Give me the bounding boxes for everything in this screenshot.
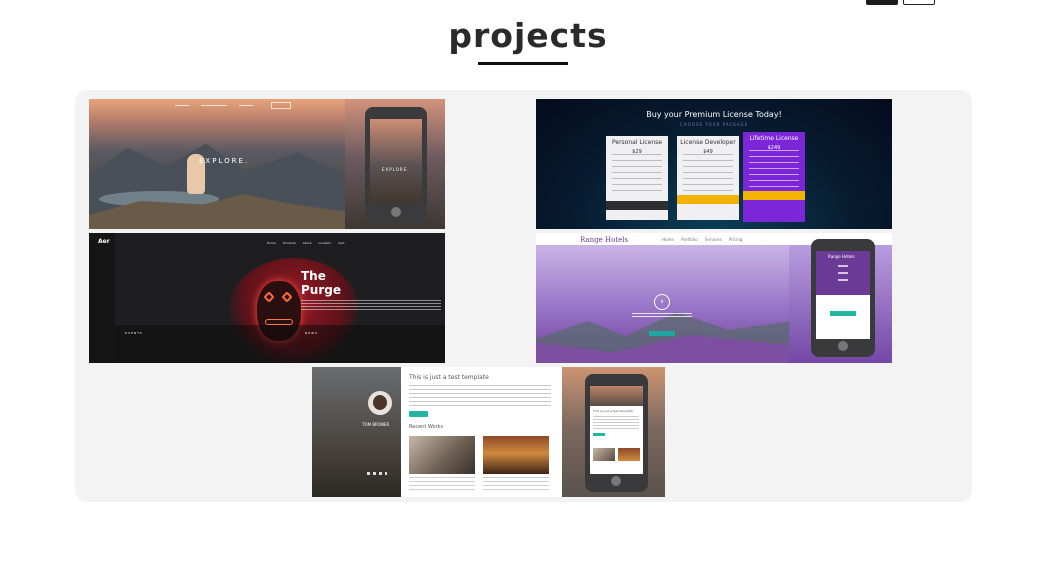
nav-button-dark[interactable]: [866, 0, 898, 5]
phone-header: Range Hotels: [816, 251, 870, 295]
social-icons: [367, 472, 387, 475]
recent-work-image-2: [483, 436, 549, 474]
explore-navbar: [89, 99, 345, 111]
project-tile-pricing[interactable]: Buy your Premium License Today! CHOOSE Y…: [536, 99, 892, 229]
plan-name: Lifetime License: [749, 135, 799, 142]
phone-home-button: [838, 341, 848, 351]
hero-cta-button[interactable]: [649, 331, 675, 336]
phone-mockup: Range Hotels: [811, 239, 875, 357]
feature-list: [683, 154, 733, 194]
hero-text: [632, 313, 692, 319]
phone-heading: This is just a test template: [593, 409, 633, 413]
project-tile-blog-template[interactable]: TOM BRONER This is just a test template …: [312, 367, 665, 497]
plan-name: Personal License: [611, 139, 663, 146]
purge-news-label: NEWS: [305, 331, 319, 335]
pricing-subheading: CHOOSE YOUR PACKAGE: [679, 122, 749, 127]
purge-headline-2: Purge: [301, 283, 341, 297]
phone-button: [593, 433, 605, 436]
phone-thumb-1: [593, 448, 615, 461]
phone-cta-button: [830, 311, 856, 316]
mask-eye-right: [281, 291, 293, 303]
plan-select-button[interactable]: [606, 201, 668, 210]
phone-mockup: This is just a test template: [585, 374, 648, 492]
recent-works-title: Recent Works: [409, 424, 444, 430]
phone-mockup: EXPLORE.: [365, 107, 427, 223]
range-hotels-nav: Home Portfolio Services Pricing: [662, 237, 743, 242]
purge-bottom-bar: [115, 325, 445, 363]
recent-work-caption-1: [409, 477, 475, 491]
blog-heading: This is just a test template: [409, 374, 489, 381]
phone-home-button: [611, 476, 621, 486]
purge-nav: Home Products About Location Cart: [267, 241, 345, 245]
plan-name: License Developer: [680, 139, 736, 146]
mask-eye-left: [263, 291, 275, 303]
profile-sidebar: TOM BRONER: [312, 367, 401, 497]
phone-title: Range Hotels: [828, 254, 855, 259]
feature-list: [749, 150, 799, 190]
plan-select-button[interactable]: [677, 195, 739, 204]
plan-select-button[interactable]: [743, 191, 805, 200]
title-underline: [478, 62, 568, 65]
pricing-card-personal: Personal License $29: [606, 136, 668, 220]
section-title: projects: [448, 16, 608, 55]
explore-overlay-text: EXPLORE.: [199, 157, 250, 165]
recent-work-image-1: [409, 436, 475, 474]
phone-screen: Range Hotels: [816, 251, 870, 339]
blog-paragraph: [409, 385, 551, 407]
read-more-button[interactable]: [409, 411, 428, 417]
phone-banner: [590, 386, 643, 406]
phone-screen: This is just a test template: [590, 386, 643, 474]
range-hotels-logo: Range Hotels: [580, 236, 629, 244]
author-name: TOM BRONER: [362, 422, 390, 427]
pricing-card-developer: License Developer $49: [677, 136, 739, 220]
avatar: [368, 391, 392, 415]
phone-paragraph: [593, 416, 639, 430]
purge-headline-1: The: [301, 269, 326, 283]
pricing-heading: Buy your Premium License Today!: [646, 110, 782, 119]
purge-sidebar: [89, 233, 115, 363]
purge-logo: Aer: [98, 238, 110, 245]
purge-events-label: EVENTS: [125, 331, 143, 335]
pricing-card-lifetime: Lifetime License $249: [743, 132, 805, 222]
phone-thumb-2: [618, 448, 640, 461]
purge-description: [301, 300, 441, 312]
feature-list: [612, 154, 662, 194]
phone-screen: EXPLORE.: [370, 119, 422, 203]
projects-section: projects EXPLORE. EXPLORE. Buy your Prem…: [0, 0, 1056, 584]
project-tile-explore[interactable]: EXPLORE. EXPLORE.: [89, 99, 445, 229]
play-icon[interactable]: ›: [654, 294, 670, 310]
phone-explore-text: EXPLORE.: [382, 167, 410, 172]
recent-work-caption-2: [483, 477, 549, 491]
project-tile-the-purge[interactable]: Aer Home Products About Location Cart Th…: [89, 233, 445, 363]
phone-home-button: [391, 207, 401, 217]
project-tile-range-hotels[interactable]: Range Hotels Home Portfolio Services Pri…: [536, 233, 892, 363]
nav-button-light[interactable]: [903, 0, 935, 5]
